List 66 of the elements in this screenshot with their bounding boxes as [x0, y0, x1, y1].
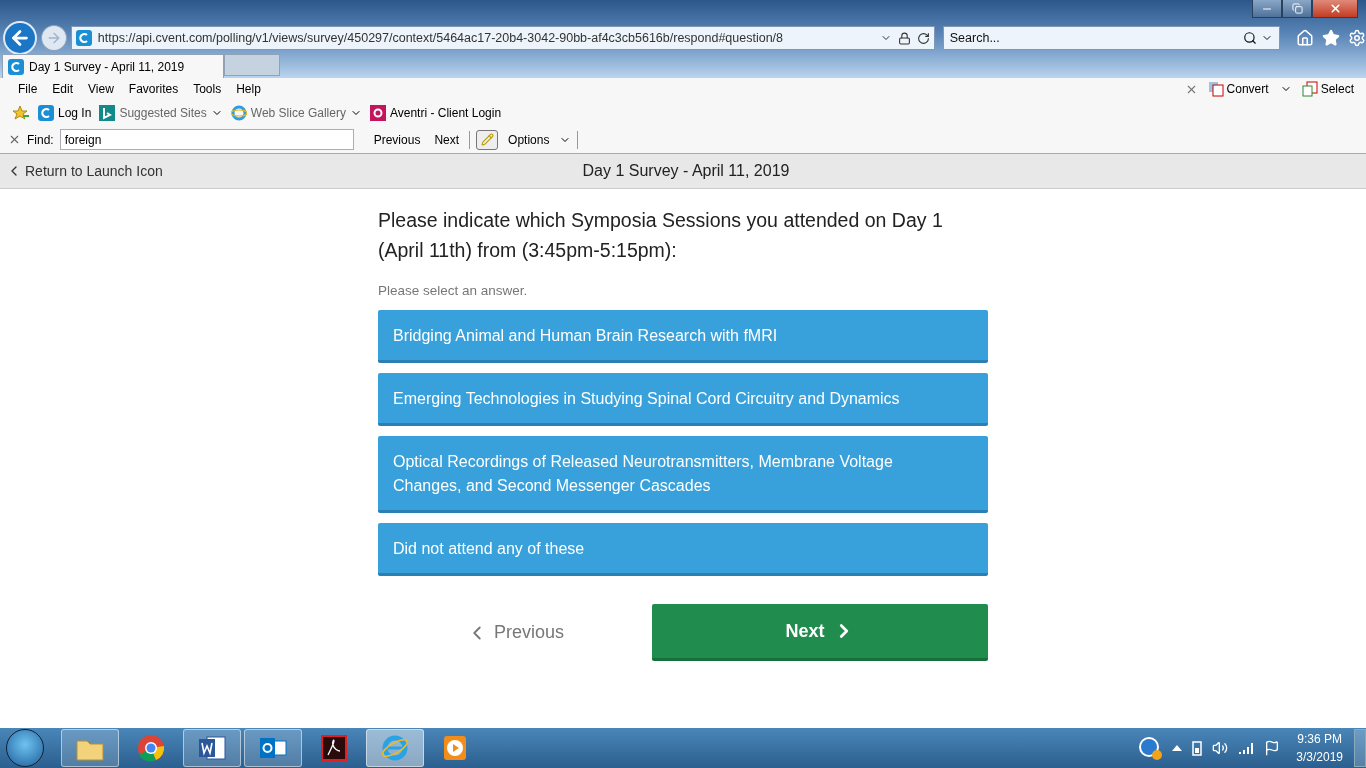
clock-time: 9:36 PM — [1297, 731, 1342, 748]
menu-item[interactable]: Tools — [193, 82, 222, 96]
favorite-link[interactable]: Web Slice Gallery — [230, 105, 362, 121]
hint-text: Please select an answer. — [378, 283, 529, 298]
find-label: Find: — [27, 132, 54, 147]
restore-button[interactable] — [1282, 0, 1312, 18]
acrobat-icon — [319, 733, 349, 763]
start-button[interactable] — [6, 729, 44, 767]
return-link[interactable]: Return to Launch Icon — [6, 163, 583, 179]
favorite-link[interactable]: Suggested Sites — [99, 105, 223, 121]
home-icon[interactable] — [1296, 29, 1314, 47]
find-button[interactable]: Next — [430, 132, 464, 147]
refresh-icon[interactable] — [916, 31, 930, 45]
caret-icon[interactable] — [1172, 745, 1183, 751]
lock-icon — [897, 31, 911, 45]
restore-icon — [1291, 3, 1303, 14]
next-button[interactable]: Next — [652, 604, 988, 661]
close-icon[interactable] — [8, 133, 21, 146]
ie-icon — [230, 105, 247, 121]
volume-icon[interactable] — [1212, 740, 1229, 756]
page-title: Day 1 Survey - April 11, 2019 — [582, 162, 790, 180]
chrome-icon — [136, 733, 166, 763]
menu-item[interactable]: Edit — [52, 82, 74, 96]
word-icon — [197, 733, 227, 763]
star-icon[interactable] — [1322, 29, 1340, 47]
cvent-icon — [8, 58, 24, 75]
battery-icon — [1192, 740, 1203, 756]
browser-tab[interactable]: Day 1 Survey - April 11, 2019 — [2, 54, 224, 78]
pdf-icon — [1207, 81, 1224, 97]
taskbar-app[interactable] — [244, 729, 302, 767]
favorite-link[interactable]: Aventri - Client Login — [369, 105, 502, 121]
close-button[interactable] — [1312, 0, 1358, 18]
address-bar[interactable]: https://api.cvent.com/polling/v1/views/survey/450297/context/5464ac17-20b4-3042-90bb-af4c3cb5616b/respond#question/8 — [70, 26, 935, 50]
convert-button[interactable]: Convert — [1207, 81, 1292, 97]
ie-icon — [380, 733, 410, 763]
settings-icon[interactable] — [1348, 29, 1366, 47]
menu-item[interactable]: Favorites — [128, 82, 179, 96]
find-input[interactable]: foreign — [59, 129, 354, 150]
select-button[interactable]: Select — [1301, 81, 1354, 97]
pencil-icon — [480, 133, 494, 146]
menu-item[interactable]: View — [88, 82, 114, 96]
taskbar-app[interactable] — [183, 729, 241, 767]
clock-date: 3/3/2019 — [1296, 749, 1343, 766]
forward-button[interactable] — [40, 25, 67, 51]
cvent-icon — [38, 105, 54, 121]
menu-item[interactable]: Help — [236, 82, 261, 96]
favorite-link[interactable]: Log In — [38, 105, 92, 121]
signal-icon — [1238, 741, 1255, 755]
flag-icon[interactable] — [1264, 740, 1281, 756]
back-button[interactable] — [3, 21, 37, 55]
search-field[interactable]: Search... — [942, 26, 1280, 50]
favorites-star-icon[interactable] — [12, 105, 30, 121]
close-icon — [1328, 2, 1342, 15]
options-button[interactable]: Options — [504, 132, 554, 147]
taskbar-app[interactable] — [61, 729, 119, 767]
minimize-button[interactable] — [1252, 0, 1282, 18]
question-text: Please indicate which Symposia Sessions you attended on Day 1 (April 11th) from (3:45pm-5:15pm): — [378, 208, 944, 263]
highlight-button[interactable] — [476, 129, 499, 150]
aventri-icon — [369, 105, 386, 121]
bing-icon — [99, 105, 116, 121]
previous-button[interactable]: Previous — [378, 620, 652, 645]
menu-item[interactable]: File — [18, 82, 38, 96]
find-button[interactable]: Previous — [369, 132, 425, 147]
cvent-icon — [75, 30, 92, 46]
search-icon[interactable] — [1243, 31, 1257, 45]
select-icon — [1301, 81, 1318, 97]
